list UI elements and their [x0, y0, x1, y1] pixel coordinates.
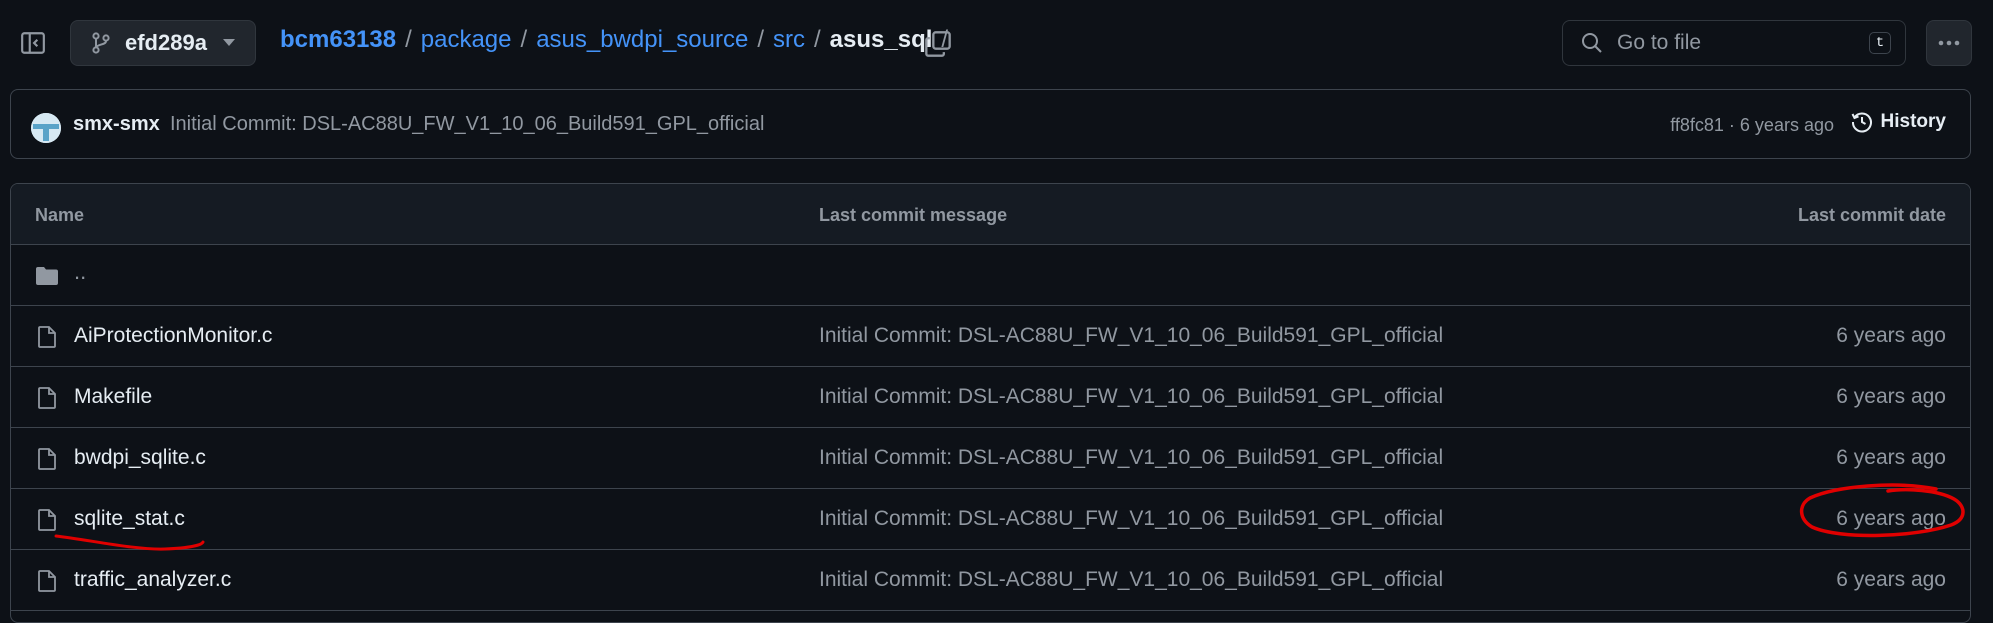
table-row[interactable]: AiProtectionMonitor.c Initial Commit: DS… [11, 306, 1970, 367]
table-row[interactable]: Makefile Initial Commit: DSL-AC88U_FW_V1… [11, 367, 1970, 428]
branch-name: efd289a [125, 30, 207, 55]
table-row[interactable]: bwdpi_sqlite.c Initial Commit: DSL-AC88U… [11, 428, 1970, 489]
commit-message[interactable]: Initial Commit: DSL-AC88U_FW_V1_10_06_Bu… [170, 113, 764, 136]
file-commit-message-link[interactable]: Initial Commit: DSL-AC88U_FW_V1_10_06_Bu… [819, 385, 1443, 409]
breadcrumb-separator: / [405, 26, 412, 53]
keyboard-shortcut-badge: t [1869, 32, 1891, 54]
folder-icon [36, 267, 58, 285]
file-icon [38, 448, 56, 470]
caret-down-icon [223, 39, 235, 46]
file-name-link[interactable]: Makefile [74, 385, 152, 409]
latest-commit-bar: smx-smx Initial Commit: DSL-AC88U_FW_V1_… [10, 89, 1971, 159]
file-icon [38, 509, 56, 531]
file-commit-message-link[interactable]: Initial Commit: DSL-AC88U_FW_V1_10_06_Bu… [819, 446, 1443, 470]
file-name-link[interactable]: sqlite_stat.c [74, 507, 185, 531]
breadcrumb: bcm63138 / package / asus_bwdpi_source /… [280, 26, 957, 54]
file-icon [38, 387, 56, 409]
table-row[interactable]: traffic_analyzer.c Initial Commit: DSL-A… [11, 550, 1970, 611]
breadcrumb-link-repo[interactable]: bcm63138 [280, 26, 396, 54]
table-row[interactable]: sqlite_stat.c Initial Commit: DSL-AC88U_… [11, 489, 1970, 550]
copy-path-icon[interactable] [924, 30, 952, 58]
column-header-date: Last commit date [1797, 205, 1946, 225]
breadcrumb-separator: / [757, 26, 764, 53]
file-name-link[interactable]: AiProtectionMonitor.c [74, 324, 272, 348]
file-name-link[interactable]: traffic_analyzer.c [74, 568, 231, 592]
file-name-link[interactable]: bwdpi_sqlite.c [74, 446, 206, 470]
column-header-message: Last commit message [819, 205, 1008, 225]
more-options-button[interactable] [1926, 20, 1972, 66]
breadcrumb-link-src[interactable]: src [773, 26, 805, 54]
kebab-menu-icon [1938, 40, 1960, 46]
file-table: Name Last commit message Last commit dat… [10, 183, 1971, 623]
go-to-file-search[interactable]: t [1562, 20, 1906, 66]
table-header: Name Last commit message Last commit dat… [11, 184, 1970, 245]
file-commit-date: 6 years ago [1836, 385, 1946, 408]
breadcrumb-link-package[interactable]: package [421, 26, 512, 54]
table-row-parent-directory[interactable]: .. [11, 245, 1970, 306]
search-icon [1582, 33, 1602, 53]
commit-hash-and-age[interactable]: ff8fc81 · 6 years ago [1670, 115, 1834, 136]
file-icon [38, 570, 56, 592]
history-button[interactable]: History [1851, 111, 1946, 133]
commit-author[interactable]: smx-smx [73, 113, 160, 136]
file-commit-date: 6 years ago [1836, 446, 1946, 469]
file-commit-date: 6 years ago [1836, 507, 1946, 530]
avatar-image-icon [31, 113, 61, 143]
breadcrumb-separator: / [520, 26, 528, 53]
breadcrumb-current: asus_sql [829, 26, 933, 53]
file-commit-message-link[interactable]: Initial Commit: DSL-AC88U_FW_V1_10_06_Bu… [819, 324, 1443, 348]
parent-directory-link[interactable]: .. [74, 259, 86, 285]
file-commit-message-link[interactable]: Initial Commit: DSL-AC88U_FW_V1_10_06_Bu… [819, 568, 1443, 592]
branch-selector-button[interactable]: efd289a [70, 20, 256, 66]
history-clock-icon [1851, 112, 1872, 133]
git-branch-icon [92, 32, 110, 54]
file-icon [38, 326, 56, 348]
sidebar-toggle-icon[interactable] [20, 30, 46, 56]
breadcrumb-separator: / [814, 26, 821, 53]
column-header-name: Name [35, 205, 85, 225]
breadcrumb-link-asus-bwdpi-source[interactable]: asus_bwdpi_source [536, 26, 748, 54]
file-commit-message-link[interactable]: Initial Commit: DSL-AC88U_FW_V1_10_06_Bu… [819, 507, 1443, 531]
file-commit-date: 6 years ago [1836, 568, 1946, 591]
top-bar: efd289a bcm63138 / package / asus_bwdpi_… [0, 0, 1993, 88]
search-input[interactable] [1615, 30, 1859, 56]
avatar[interactable] [31, 113, 61, 143]
file-commit-date: 6 years ago [1836, 324, 1946, 347]
history-label: History [1880, 111, 1946, 132]
